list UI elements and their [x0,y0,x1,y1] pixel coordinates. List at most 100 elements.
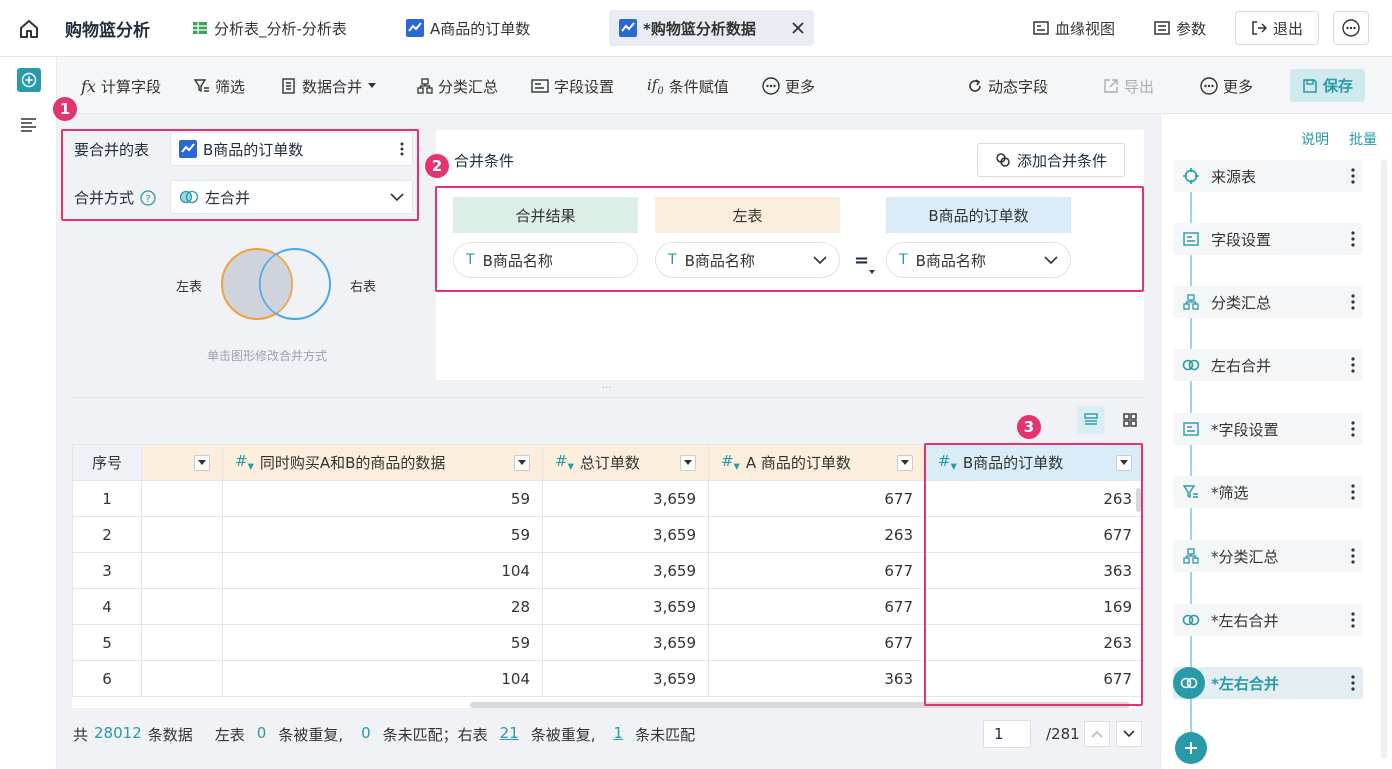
calc-field-button[interactable]: fx 计算字段 [81,71,161,101]
more-circle-icon [1200,77,1218,95]
add-icon[interactable] [17,68,41,92]
step-group-summary[interactable]: 分类汇总 [1173,286,1363,318]
venn-diagram[interactable] [220,247,334,323]
source-table-icon [1175,160,1207,192]
steps-scrollbar[interactable] [1381,159,1387,759]
number-type-icon: #▾ [555,452,574,473]
tab-label: *购物篮分析数据 [643,19,756,38]
export-button[interactable]: 导出 [1103,71,1154,101]
step-filter[interactable]: *筛选 [1173,476,1363,508]
exit-button[interactable]: 退出 [1235,11,1319,45]
col-header-total[interactable]: #▾ 总订单数 [542,444,709,481]
table-icon [192,20,208,36]
cell [141,552,223,589]
group-summary-button[interactable]: 分类汇总 [417,71,498,101]
dataset-icon [406,19,424,37]
cell-index: 3 [72,552,142,589]
more-circle-icon [762,77,780,95]
resize-handle[interactable]: ··· [602,383,612,394]
dynamic-field-button[interactable]: 动态字段 [967,71,1048,101]
lineage-view-button[interactable]: 血缘视图 [1033,11,1115,45]
tab-a-orders[interactable]: A商品的订单数 [406,10,530,46]
step-merge-3-active[interactable]: *左右合并 [1173,667,1363,699]
conditional-label: 条件赋值 [668,77,729,96]
close-icon[interactable] [792,22,804,34]
dropdown-icon[interactable] [194,454,210,471]
merge-config-panel: 要合并的表 B商品的订单数 合并方式 ? 左合并 1 左表 右表 单击图形修改合… [53,97,427,388]
step-label: *左右合并 [1211,674,1279,693]
add-condition-button[interactable]: 添加合并条件 [977,143,1125,177]
caret-down-icon [367,82,377,90]
field-settings-button[interactable]: 字段设置 [531,71,614,101]
batch-link[interactable]: 批量 [1349,129,1377,149]
step-label: 左右合并 [1211,356,1272,375]
home-icon[interactable] [18,18,40,40]
list-view-icon[interactable] [1077,406,1105,434]
dropdown-icon[interactable] [514,454,530,471]
export-icon [1103,78,1119,94]
cell-index: 2 [72,516,142,553]
params-icon [1154,20,1170,36]
group-summary-icon [417,78,433,94]
outline-icon[interactable] [20,117,38,133]
cell [141,588,223,625]
footer-right-dup[interactable]: 21 [500,724,519,745]
page-up-button[interactable] [1084,721,1110,747]
cell: 59 [222,480,543,517]
step-source-table[interactable]: 来源表 [1173,160,1363,192]
description-link[interactable]: 说明 [1301,129,1329,149]
filter-icon [194,78,210,94]
params-button[interactable]: 参数 [1154,11,1206,45]
vertical-dots-icon[interactable] [1351,293,1355,311]
merge-icon [1175,604,1207,636]
col-header-a-orders[interactable]: #▾ A 商品的订单数 [708,444,926,481]
step-merge-2[interactable]: *左右合并 [1173,604,1363,636]
page-down-button[interactable] [1116,721,1142,747]
cell: 3,659 [542,588,709,625]
vertical-dots-icon[interactable] [1351,420,1355,438]
step-label: 分类汇总 [1211,293,1272,312]
page-input[interactable]: 1 [983,720,1031,748]
save-button[interactable]: 保存 [1290,69,1366,102]
dropdown-icon[interactable] [680,454,696,471]
conditional-button[interactable]: if0 条件赋值 [647,71,729,101]
vertical-dots-icon[interactable] [1351,611,1355,629]
grid-view-icon[interactable] [1116,406,1144,434]
step-merge[interactable]: 左右合并 [1173,349,1363,381]
dropdown-icon[interactable] [897,454,913,471]
tab-analysis-table[interactable]: 分析表_分析-分析表 [192,10,347,46]
vertical-dots-icon[interactable] [1351,483,1355,501]
col-header-both-label: 同时购买A和B的商品的数据 [259,454,446,472]
step-field-settings-2[interactable]: *字段设置 [1173,413,1363,445]
step-field-settings[interactable]: 字段设置 [1173,223,1363,255]
vertical-dots-icon[interactable] [1351,674,1355,692]
footer-right-unmatched[interactable]: 1 [614,724,624,745]
cell: 677 [708,588,926,625]
tab-basket-analysis[interactable]: *购物篮分析数据 [609,10,814,46]
step-group-summary-2[interactable]: *分类汇总 [1173,540,1363,572]
add-step-icon[interactable] [1175,732,1207,764]
vertical-dots-icon[interactable] [1351,547,1355,565]
more-options-button[interactable] [1333,11,1369,45]
merge-button[interactable]: 数据合并 [281,71,377,101]
footer-text: 共 [73,726,89,744]
vertical-dots-icon[interactable] [1351,167,1355,185]
vertical-dots-icon[interactable] [1351,230,1355,248]
cell-index: 5 [72,624,142,661]
cell: 59 [222,516,543,553]
add-condition-label: 添加合并条件 [1016,151,1107,170]
footer-text: 左表 [214,726,245,744]
col-header-both[interactable]: #▾ 同时购买A和B的商品的数据 [222,444,543,481]
col-header-blank[interactable] [141,444,223,481]
vertical-dots-icon[interactable] [1351,356,1355,374]
filter-button[interactable]: 筛选 [194,71,245,101]
cell: 104 [222,660,543,697]
merge-doc-icon [281,78,297,94]
footer-text: 条数据 [147,726,193,744]
footer-left-unmatched: 0 [361,724,371,742]
step-label: *分类汇总 [1211,547,1279,566]
merge-icon [1173,667,1205,699]
more-button-right[interactable]: 更多 [1200,71,1253,101]
more-button[interactable]: 更多 [762,71,815,101]
filter-label: 筛选 [215,77,246,96]
